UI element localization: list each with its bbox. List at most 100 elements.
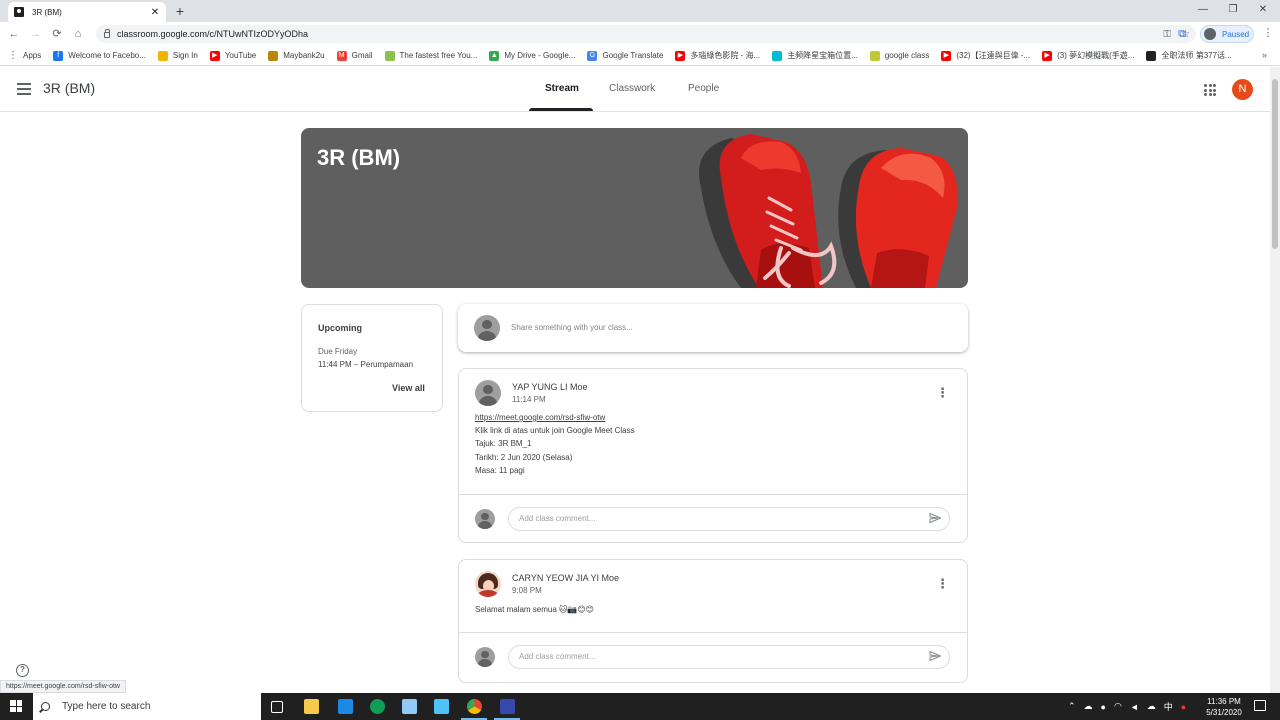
classroom-app-bar: 3R (BM) Stream Classwork People N xyxy=(0,67,1270,112)
bookmark-favicon-icon: ▶ xyxy=(941,50,952,61)
bookmark-item[interactable]: ▶ YouTube xyxy=(209,50,256,61)
bookmark-label: Sign In xyxy=(172,51,198,60)
bookmark-favicon-icon xyxy=(869,50,880,61)
class-comment-input[interactable]: Add class comment... xyxy=(508,645,950,669)
view-all-link[interactable]: View all xyxy=(392,383,425,393)
cloud-icon[interactable]: ☁ xyxy=(1084,701,1093,712)
onedrive-icon[interactable]: ☁ xyxy=(1147,701,1156,712)
microphone-icon[interactable]: ● xyxy=(1101,702,1106,712)
bookmark-label: (3) 夢幻模擬戰(手遊... xyxy=(1057,51,1135,60)
bookmark-label: Welcome to Facebo... xyxy=(68,51,146,60)
close-window-button[interactable]: ✕ xyxy=(1248,2,1278,18)
send-icon[interactable] xyxy=(929,512,941,524)
more-options-icon[interactable]: ⋮ xyxy=(936,577,949,590)
mail-icon[interactable] xyxy=(434,699,449,714)
reload-button[interactable]: ⟳ xyxy=(49,26,65,42)
google-apps-icon[interactable] xyxy=(1204,84,1216,96)
tab-people[interactable]: People xyxy=(688,83,719,94)
shield-icon[interactable]: ● xyxy=(1181,702,1186,712)
task-view-icon[interactable] xyxy=(271,701,283,713)
taskbar-clock[interactable]: 11:36 PM 5/31/2020 xyxy=(1200,696,1248,718)
recorder-icon[interactable] xyxy=(500,699,515,714)
bookmark-item[interactable]: M Gmail xyxy=(336,50,373,61)
tab-classwork[interactable]: Classwork xyxy=(609,83,655,94)
more-options-icon[interactable]: ⋮ xyxy=(936,386,949,399)
post-time: 11:14 PM xyxy=(512,395,546,404)
bookmark-favicon-icon xyxy=(157,50,168,61)
browser-tab[interactable]: 3R (BM) ✕ xyxy=(8,2,166,22)
profile-paused-button[interactable]: Paused xyxy=(1200,25,1254,43)
bookmark-favicon-icon: M xyxy=(336,50,347,61)
bookmarks-more-icon[interactable]: » xyxy=(1262,50,1270,60)
bookmark-favicon-icon: ▲ xyxy=(489,50,500,61)
user-avatar[interactable]: N xyxy=(1232,79,1253,100)
class-comment-input[interactable]: Add class comment... xyxy=(508,507,950,531)
key-icon[interactable]: ⚿ xyxy=(1163,29,1171,40)
comment-row: Add class comment... xyxy=(459,632,967,681)
meet-link[interactable]: https://meet.google.com/rsd-sfiw-otw xyxy=(475,413,605,422)
bookmark-item[interactable]: 全职法师 第377话... xyxy=(1146,50,1232,61)
main-menu-icon[interactable] xyxy=(17,83,31,95)
comment-row: Add class comment... xyxy=(459,494,967,543)
forward-button[interactable]: → xyxy=(27,26,43,42)
home-button[interactable]: ⌂ xyxy=(70,26,86,42)
post-line: Tajuk: 3R BM_1 xyxy=(475,439,532,449)
bookmark-item[interactable]: The fastest free You... xyxy=(384,50,477,61)
help-icon[interactable]: ? xyxy=(16,664,29,677)
tab-close-icon[interactable]: ✕ xyxy=(148,7,162,18)
status-bar-url: https://meet.google.com/rsd-sfiw-otw xyxy=(0,680,126,693)
whatsapp-icon[interactable] xyxy=(370,699,385,714)
wifi-icon[interactable]: ◠ xyxy=(1114,701,1122,712)
bookmark-label: 主频降星宝箱位置... xyxy=(787,51,858,60)
notification-icon[interactable] xyxy=(1254,700,1266,711)
windows-start-icon[interactable] xyxy=(10,700,22,712)
bookmark-item[interactable]: Maybank2u xyxy=(268,50,325,61)
profile-status: Paused xyxy=(1222,29,1250,39)
address-bar-row: ← → ⟳ ⌂ classroom.google.com/c/NTUwNTIzO… xyxy=(0,22,1280,46)
class-banner: 3R (BM) xyxy=(301,128,968,288)
scrollbar-thumb[interactable] xyxy=(1272,79,1278,249)
bookmark-item[interactable]: Sign In xyxy=(157,50,198,61)
bookmark-item[interactable]: f Welcome to Facebo... xyxy=(53,50,146,61)
back-button[interactable]: ← xyxy=(6,26,22,42)
store-icon[interactable] xyxy=(402,699,417,714)
avatar xyxy=(475,571,501,597)
bookmarks-bar: ⋮ Apps f Welcome to Facebo... Sign In ▶ YouTub… xyxy=(0,46,1280,66)
bookmark-favicon-icon xyxy=(268,50,279,61)
upcoming-item[interactable]: 11:44 PM – Perumpamaan xyxy=(318,360,413,369)
post-text: Selamat malam semua 🐱📷😊😊 xyxy=(475,605,595,614)
file-explorer-icon[interactable] xyxy=(304,699,319,714)
ime-indicator[interactable]: 中 xyxy=(1164,700,1173,713)
restore-button[interactable]: ❐ xyxy=(1218,2,1248,18)
url-omnibox[interactable]: classroom.google.com/c/NTUwNTIzODYyODha … xyxy=(96,25,1196,43)
new-tab-button[interactable]: + xyxy=(172,3,188,19)
bookmark-item[interactable]: ⋮ Apps xyxy=(8,50,41,61)
minimize-button[interactable]: — xyxy=(1188,2,1218,18)
volume-icon[interactable]: ◄ xyxy=(1130,702,1139,712)
bookmark-item[interactable]: ▶ (3) 夢幻模擬戰(手遊... xyxy=(1042,50,1134,61)
clock-time: 11:36 PM xyxy=(1207,697,1241,706)
share-box[interactable]: Share something with your class... xyxy=(458,304,968,352)
chevron-up-icon[interactable]: ⌃ xyxy=(1068,701,1076,712)
browser-menu-icon[interactable]: ⋮ xyxy=(1262,26,1274,39)
bookmark-item[interactable]: ▲ My Drive - Google... xyxy=(489,50,575,61)
extension-icon[interactable]: ⧉ xyxy=(1174,26,1190,42)
bookmark-label: Maybank2u xyxy=(283,51,325,60)
send-icon[interactable] xyxy=(929,650,941,662)
avatar xyxy=(475,380,501,406)
system-tray: ⌃ ☁ ● ◠ ◄ ☁ 中 ● xyxy=(1068,693,1186,720)
post-time: 9:08 PM xyxy=(512,586,542,595)
bookmark-item[interactable]: 主频降星宝箱位置... xyxy=(772,50,858,61)
tab-stream[interactable]: Stream xyxy=(545,83,579,94)
page-scrollbar[interactable] xyxy=(1270,67,1280,693)
bookmark-item[interactable]: google class xyxy=(869,50,929,61)
chrome-icon[interactable] xyxy=(467,699,482,714)
bookmark-item[interactable]: G Google Translate xyxy=(587,50,663,61)
class-name[interactable]: 3R (BM) xyxy=(43,80,95,96)
bookmark-label: 多瑙綠色影院 - 海... xyxy=(690,51,761,60)
bookmark-item[interactable]: ▶ (32)【汪遠與巨偉 -... xyxy=(941,50,1030,61)
post-line: Tarikh: 2 Jun 2020 (Selasa) xyxy=(475,452,573,462)
bookmark-item[interactable]: ▶ 多瑙綠色影院 - 海... xyxy=(675,50,760,61)
outlook-icon[interactable] xyxy=(338,699,353,714)
taskbar-search-box[interactable]: Type here to search xyxy=(33,693,261,720)
